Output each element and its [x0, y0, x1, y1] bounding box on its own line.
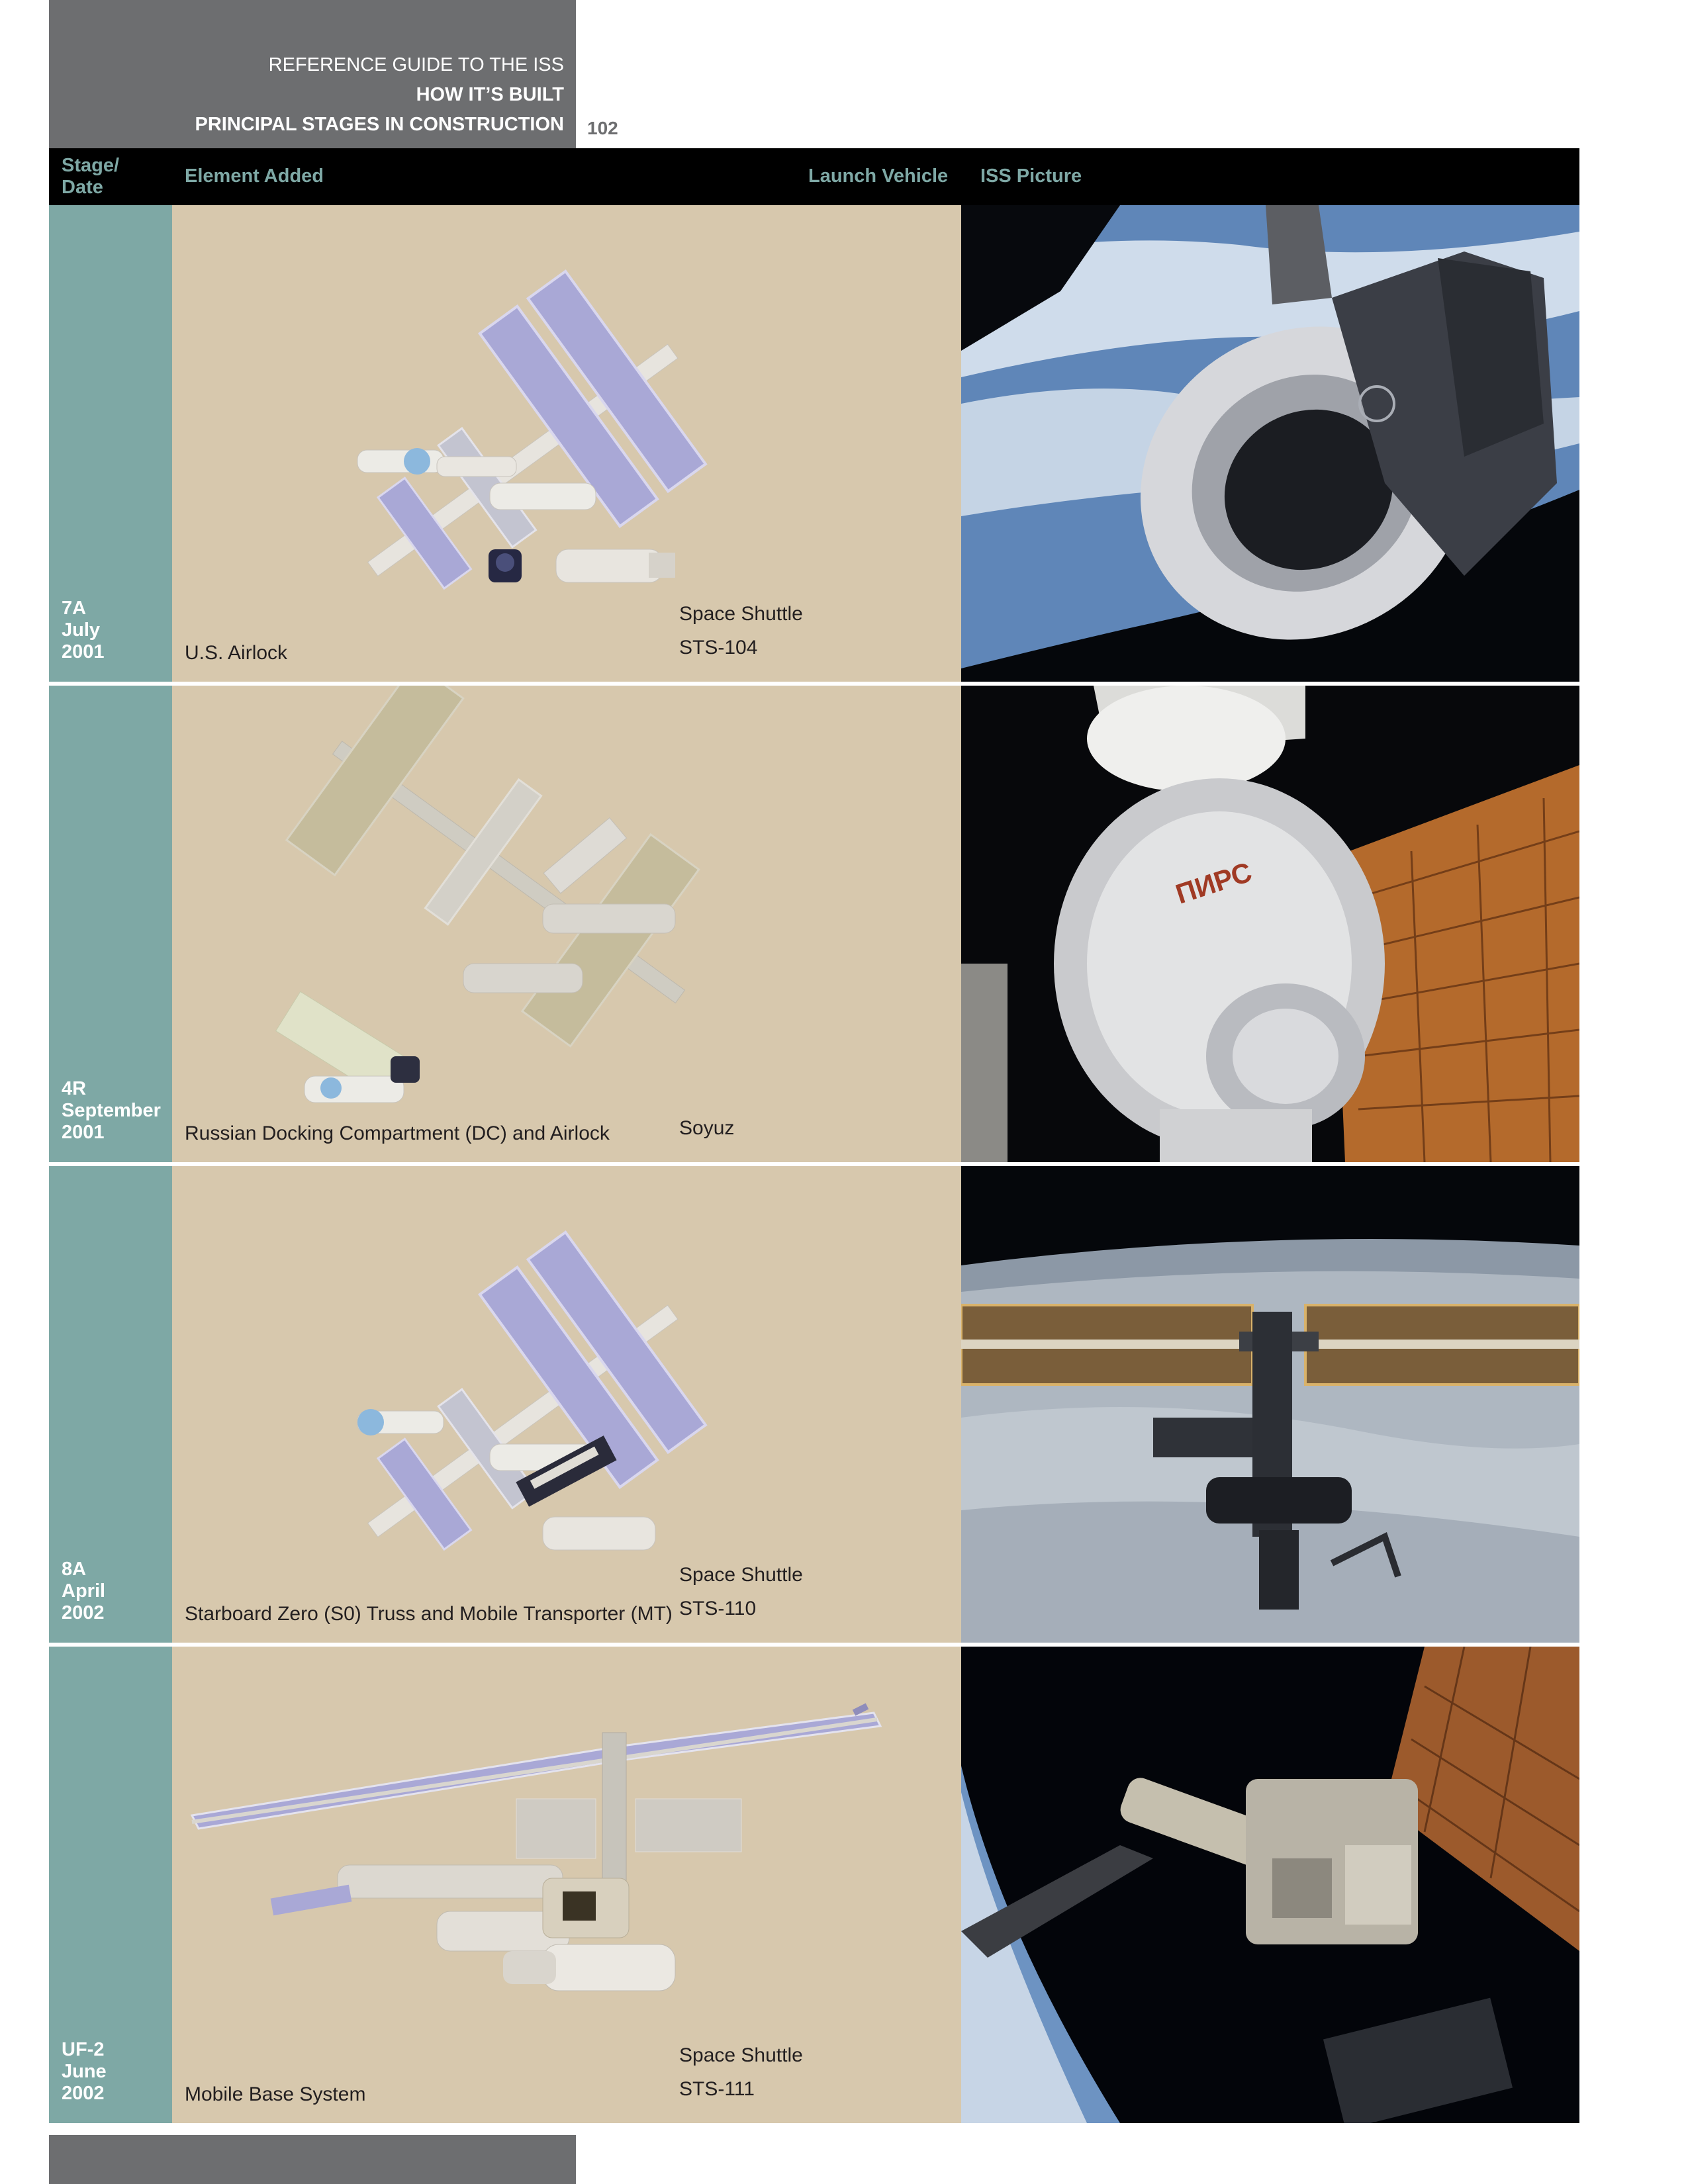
page-title: PRINCIPAL STAGES IN CONSTRUCTION	[195, 114, 564, 135]
station-render-illustration	[357, 1230, 708, 1551]
mission-code: STS-110	[679, 1598, 757, 1619]
table-header: Stage/ Date Element Added Launch Vehicle…	[49, 148, 1579, 205]
launch-vehicle: Space Shuttle STS-110	[679, 1558, 803, 1625]
stage-code: UF-2	[62, 2039, 105, 2060]
launch-vehicle: Space Shuttle STS-104	[679, 597, 803, 664]
stage-year: 2002	[62, 2083, 105, 2104]
mission-code: STS-111	[679, 2078, 755, 2100]
iss-photo	[961, 1166, 1579, 1643]
element-name: Mobile Base System	[185, 2083, 366, 2105]
column-header-picture: ISS Picture	[980, 165, 1082, 187]
stage-date: 7A July 2001	[62, 598, 105, 663]
section-title: HOW IT’S BUILT	[416, 84, 564, 105]
iss-photo	[961, 205, 1579, 682]
mission-code: STS-104	[679, 637, 758, 659]
iss-photo: ПИРС	[961, 686, 1579, 1162]
column-header-vehicle: Launch Vehicle	[808, 165, 949, 187]
stage-month: April	[62, 1580, 106, 1602]
launch-vehicle: Soyuz	[679, 1111, 734, 1145]
station-render-illustration	[190, 1703, 882, 1991]
stage-code: 7A	[62, 598, 87, 619]
page-number: 102	[587, 118, 618, 138]
element-cell: U.S. Airlock	[172, 205, 961, 682]
stage-cell: UF-2 June 2002	[49, 1647, 172, 2123]
stage-date: 4R September 2001	[62, 1078, 161, 1144]
footer-band	[49, 2135, 576, 2184]
iss-photo	[961, 1647, 1579, 2123]
guide-title: REFERENCE GUIDE TO THE ISS	[268, 54, 564, 75]
table-row: 4R September 2001 Russian Docking Compar…	[49, 686, 1579, 1162]
stage-month: July	[62, 619, 101, 641]
column-header-stage-line2: Date	[62, 177, 103, 198]
stage-code: 4R	[62, 1078, 87, 1099]
table-row: 8A April 2002 Starboard Zero (S0) Truss …	[49, 1166, 1579, 1643]
stage-cell: 4R September 2001	[49, 686, 172, 1162]
vehicle-name: Space Shuttle	[679, 1564, 803, 1586]
table-row: 7A July 2001 U.S. Airlock Space Shuttle …	[49, 205, 1579, 682]
station-render-illustration	[275, 686, 700, 1103]
vehicle-name: Space Shuttle	[679, 2044, 803, 2066]
column-header-stage: Stage/ Date	[62, 155, 119, 199]
s0-truss-photo	[961, 1166, 1579, 1643]
mobile-base-photo	[961, 1647, 1579, 2123]
vehicle-name: Space Shuttle	[679, 603, 803, 625]
table-row: UF-2 June 2002 Mobile Base System Space …	[49, 1647, 1579, 2123]
stage-code: 8A	[62, 1559, 87, 1580]
element-name: U.S. Airlock	[185, 642, 288, 664]
station-render-illustration	[357, 269, 708, 590]
element-cell: Starboard Zero (S0) Truss and Mobile Tra…	[172, 1166, 961, 1643]
column-header-element: Element Added	[185, 165, 324, 187]
stage-cell: 8A April 2002	[49, 1166, 172, 1643]
stage-year: 2002	[62, 1602, 105, 1623]
stage-month: June	[62, 2061, 107, 2082]
airlock-photo	[961, 205, 1579, 682]
docking-compartment-photo: ПИРС	[961, 686, 1579, 1162]
stage-date: 8A April 2002	[62, 1559, 105, 1624]
mission-code: Soyuz	[679, 1117, 735, 1139]
stage-date: UF-2 June 2002	[62, 2039, 107, 2105]
stage-year: 2001	[62, 1122, 105, 1143]
element-name: Starboard Zero (S0) Truss and Mobile Tra…	[185, 1603, 673, 1625]
stage-month: September	[62, 1100, 161, 1121]
element-name: Russian Docking Compartment (DC) and Air…	[185, 1122, 610, 1144]
launch-vehicle: Space Shuttle STS-111	[679, 2038, 803, 2106]
element-cell: Russian Docking Compartment (DC) and Air…	[172, 686, 961, 1162]
element-cell: Mobile Base System	[172, 1647, 961, 2123]
header-band: REFERENCE GUIDE TO THE ISS HOW IT’S BUIL…	[49, 0, 576, 148]
stage-cell: 7A July 2001	[49, 205, 172, 682]
stage-year: 2001	[62, 641, 105, 662]
column-header-stage-line1: Stage/	[62, 155, 120, 176]
